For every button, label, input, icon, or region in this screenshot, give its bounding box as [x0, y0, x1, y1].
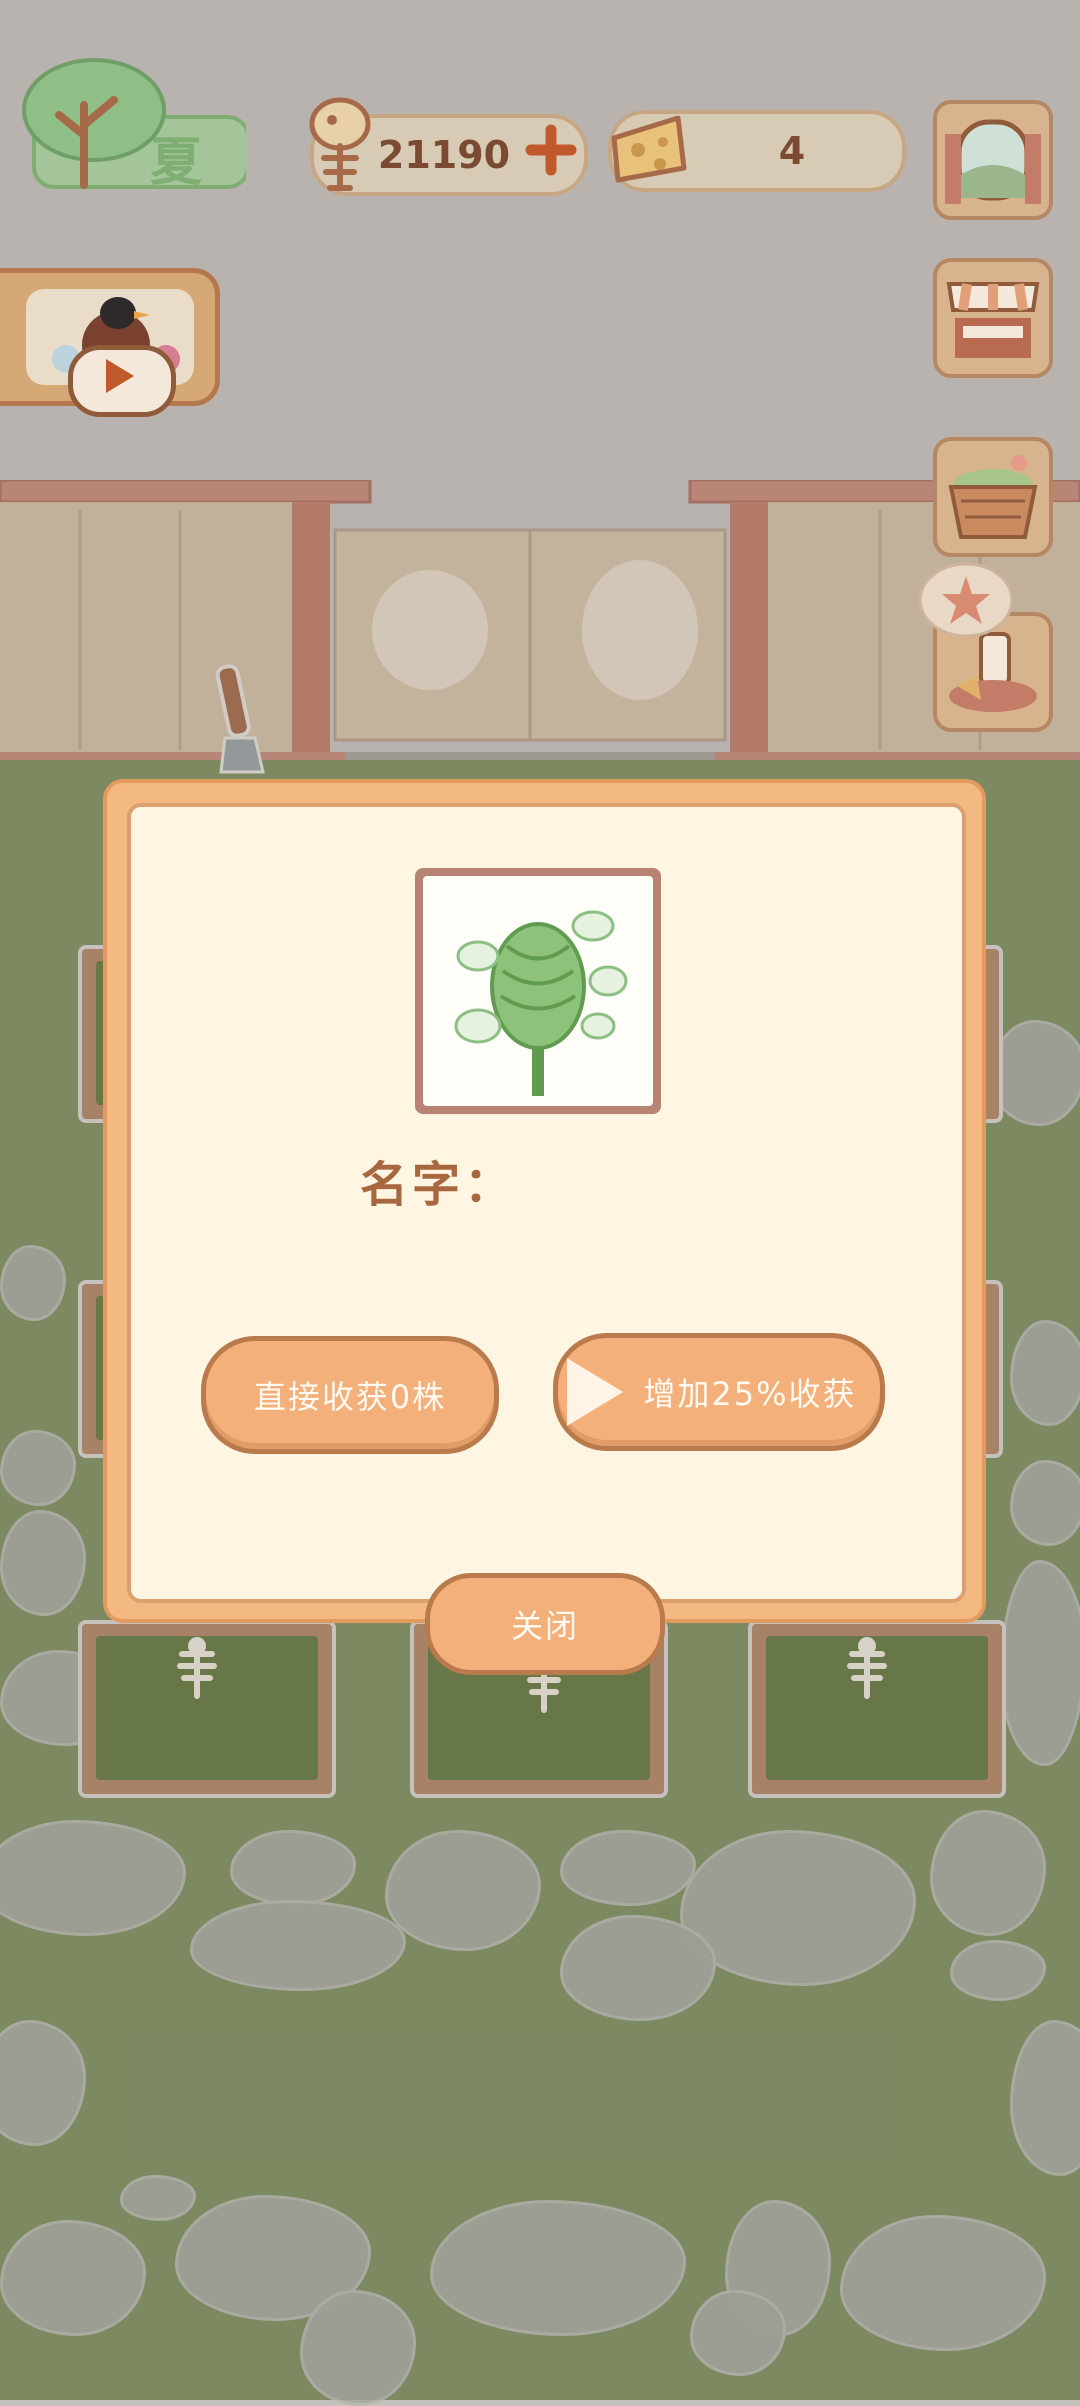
harvest-now-label: 直接收获0株	[253, 1378, 447, 1416]
planter-box[interactable]	[78, 1620, 336, 1798]
plant-illustration	[423, 876, 653, 1106]
fish-count: 21190	[377, 133, 511, 177]
close-label: 关闭	[510, 1607, 579, 1645]
close-button[interactable]: 关闭	[425, 1573, 665, 1675]
boost-harvest-label: 增加25%收获	[643, 1375, 857, 1413]
window-button[interactable]	[933, 100, 1053, 220]
stepping-stone	[1010, 1320, 1080, 1426]
fish-bone-icon	[177, 1637, 217, 1699]
season-tree-icon[interactable]	[14, 55, 246, 195]
stepping-stone	[1010, 1460, 1080, 1546]
shop-button[interactable]	[933, 258, 1053, 378]
fish-bone-icon	[847, 1637, 887, 1699]
cheese-icon	[611, 115, 687, 183]
shop-stall-icon	[946, 282, 1040, 358]
boost-harvest-button[interactable]: 增加25%收获	[553, 1333, 885, 1451]
window-icon	[945, 119, 1041, 204]
play-icon	[106, 359, 134, 393]
season-label: 夏	[150, 133, 203, 193]
garden-trowel[interactable]	[205, 660, 275, 780]
fish-bone-icon	[309, 97, 371, 191]
basket-button[interactable]	[933, 437, 1053, 557]
plant-icon	[454, 910, 628, 1096]
star-bubble-icon[interactable]	[918, 562, 1014, 640]
plus-icon[interactable]	[525, 124, 577, 176]
plant-picture-frame	[415, 868, 661, 1114]
stepping-stone	[990, 1020, 1080, 1126]
cheese-count: 4	[778, 129, 806, 173]
watch-video-button[interactable]	[68, 345, 176, 417]
play-icon	[567, 1358, 624, 1426]
stepping-stone	[1000, 1560, 1080, 1766]
harvest-now-button[interactable]: 直接收获0株	[201, 1336, 499, 1454]
basket-icon	[948, 455, 1038, 539]
planter-box[interactable]	[748, 1620, 1006, 1798]
plant-name-label: 名字：	[360, 1157, 517, 1213]
